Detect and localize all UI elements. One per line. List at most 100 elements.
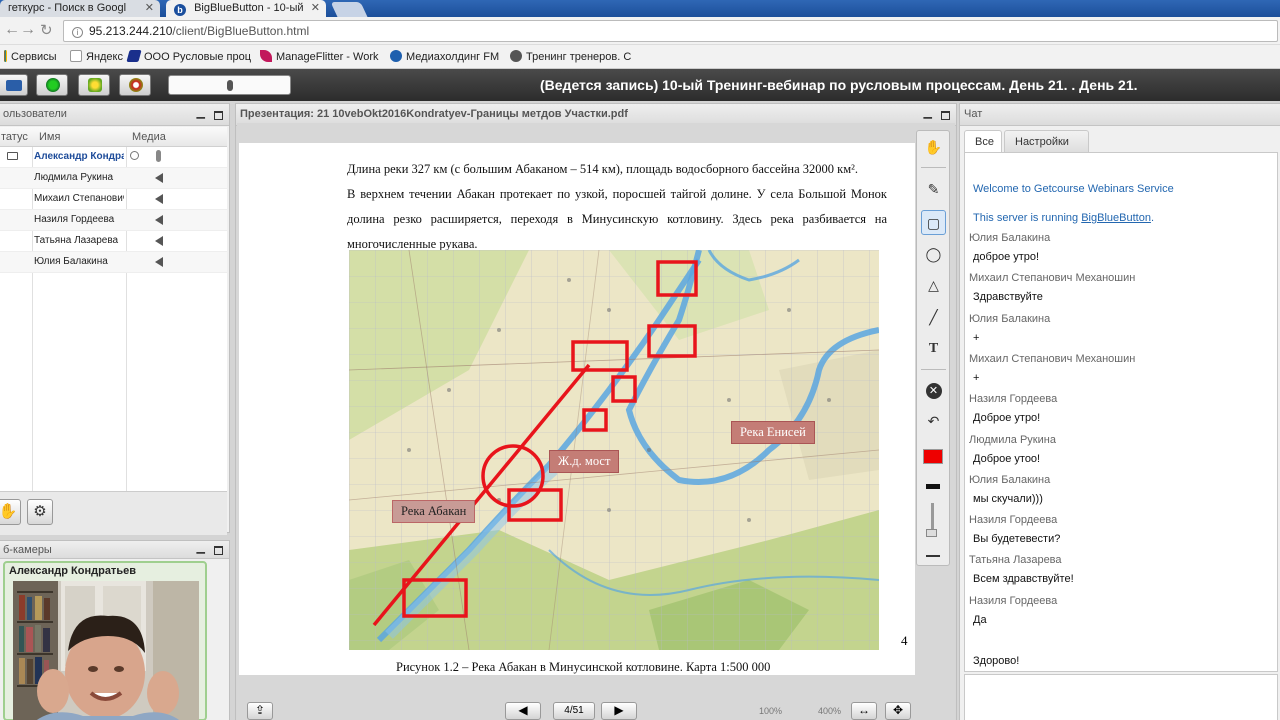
slide[interactable]: Длина реки 327 км (с большим Абаканом – … (239, 143, 915, 675)
chat-message-text: Вы будетевести? (973, 533, 1061, 546)
gear-icon (510, 50, 522, 62)
pan-hand-tool[interactable]: ✋ (921, 135, 946, 160)
column-media[interactable]: Медиа (132, 131, 166, 143)
whiteboard-toolbar: ✋ ✎ ▢ ◯ △ ╱ T ✕ ↶ (916, 130, 950, 566)
forward-arrow-icon[interactable]: → (20, 21, 36, 39)
tab-label: BigBlueButton - 10-ый (194, 2, 304, 14)
next-slide-button[interactable]: ▶ (601, 702, 637, 720)
tab-settings[interactable]: Настройки (1004, 130, 1089, 152)
webcam-window[interactable]: Александр Кондратьев (3, 561, 207, 720)
slider-thumb[interactable] (926, 529, 937, 537)
record-button[interactable] (119, 74, 151, 96)
text-tool[interactable]: T (921, 337, 946, 362)
reload-icon[interactable]: ↻ (40, 21, 53, 39)
bookmark-yandex[interactable]: Яндекс (70, 50, 123, 63)
webcam-user-name: Александр Кондратьев (9, 565, 136, 577)
layout-button[interactable] (0, 74, 28, 96)
speaker-icon[interactable] (155, 194, 163, 204)
bookmark-label: ООО Русловые проц (144, 51, 252, 63)
page-indicator[interactable]: 4/51 (553, 702, 595, 720)
bookmark-ruslovye[interactable]: ООО Русловые проц (126, 50, 252, 63)
upload-button[interactable]: ⇪ (247, 702, 273, 720)
fit-width-button[interactable]: ↔ (851, 702, 877, 720)
speaker-icon[interactable] (155, 173, 163, 183)
user-row[interactable]: Татьяна Лазарева (0, 231, 227, 252)
chat-message-sender: Назиля Гордеева (969, 393, 1058, 406)
user-row[interactable]: Назиля Гордеева (0, 210, 227, 231)
bigbluebutton-link[interactable]: BigBlueButton (1081, 212, 1151, 224)
user-row[interactable]: Михаил Степанович (0, 189, 227, 210)
color-picker[interactable] (923, 449, 943, 464)
tab-all[interactable]: Все (964, 130, 1002, 152)
user-row[interactable]: Юлия Балакина (0, 252, 227, 273)
ellipse-tool[interactable]: ◯ (921, 242, 946, 267)
chat-message-sender: Назиля Гордеева (969, 594, 1058, 607)
tab-bigbluebutton[interactable]: b BigBlueButton - 10-ый ✕ (166, 0, 326, 17)
column-status[interactable]: татус (1, 131, 28, 143)
chat-message-sender: Юлия Балакина (969, 312, 1051, 325)
thin-stroke-indicator (926, 555, 940, 557)
chat-message-sender: Юлия Балакина (969, 232, 1051, 244)
previous-slide-button[interactable]: ◀ (505, 702, 541, 720)
new-tab-button[interactable] (330, 2, 368, 17)
arrow-left-icon: ◀ (518, 703, 528, 717)
manageflitter-icon (260, 50, 272, 62)
minimize-icon[interactable]: ▁ (197, 106, 205, 119)
maximize-icon[interactable] (214, 546, 223, 555)
move-icon: ✥ (892, 703, 904, 717)
minimize-icon[interactable]: ▁ (197, 541, 205, 554)
presentation-title: Презентация: 21 10vebOkt2016Kondratyev-Г… (240, 108, 628, 120)
chat-message-text: Доброе утоо! (973, 452, 1041, 465)
column-name[interactable]: Имя (39, 131, 60, 143)
chat-log[interactable]: Welcome to Getcourse Webinars Service Th… (964, 152, 1278, 672)
tab-google-search[interactable]: геткурс - Поиск в Googl ✕ (0, 0, 160, 17)
chat-input[interactable] (964, 674, 1278, 720)
line-tool[interactable]: ╱ (921, 305, 946, 330)
speaker-icon[interactable] (155, 257, 163, 267)
user-row[interactable]: Людмила Рукина (0, 168, 227, 189)
volume-slider[interactable] (168, 75, 291, 95)
settings-button[interactable]: ⚙ (27, 499, 53, 525)
chat-message-text: + (973, 371, 980, 384)
speaker-icon[interactable] (155, 236, 163, 246)
bookmark-mediaholding[interactable]: Медиахолдинг FM (390, 50, 499, 63)
info-icon[interactable]: i (72, 27, 83, 38)
clear-button[interactable]: ✕ (921, 377, 946, 402)
chat-message-sender: Михаил Степанович Механошин (969, 272, 1136, 285)
slider-thumb[interactable] (227, 80, 233, 91)
maximize-icon[interactable] (941, 111, 950, 120)
bookmark-manageflitter[interactable]: ManageFlitter - Work (260, 50, 379, 63)
users-list: татус Имя Медиа Александр Кондра Людмила … (0, 127, 227, 492)
microphone-icon[interactable] (156, 150, 161, 162)
undo-button[interactable]: ↶ (921, 409, 946, 434)
webcam-share-button[interactable] (78, 74, 110, 96)
browser-tabstrip: геткурс - Поиск в Googl ✕ b BigBlueButto… (0, 0, 1280, 17)
rectangle-tool[interactable]: ▢ (921, 210, 946, 235)
headset-button[interactable] (36, 74, 68, 96)
hand-icon: ✋ (0, 503, 18, 520)
close-tab-icon[interactable]: ✕ (145, 1, 154, 14)
triangle-tool[interactable]: △ (921, 273, 946, 298)
chat-message-text: мы скучали))) (973, 492, 1043, 505)
chat-panel-title: Чат (964, 108, 983, 120)
bookmark-trening[interactable]: Тренинг тренеров. С (510, 50, 631, 63)
divider (921, 369, 946, 370)
back-arrow-icon[interactable]: ← (4, 21, 20, 39)
minimize-icon[interactable]: ▁ (924, 106, 932, 119)
webcam-icon[interactable] (130, 151, 139, 160)
yandex-icon (70, 50, 82, 62)
users-panel-header: ользователи ▁ (0, 104, 229, 126)
speaker-icon[interactable] (155, 215, 163, 225)
users-footer: ✋ ⚙ (0, 491, 227, 535)
raise-hand-button[interactable]: ✋ (0, 499, 21, 525)
pencil-tool[interactable]: ✎ (921, 177, 946, 202)
bookmark-services[interactable]: Сервисы (4, 50, 57, 63)
arrow-right-icon: ▶ (614, 703, 624, 717)
maximize-icon[interactable] (214, 111, 223, 120)
bbb-favicon-icon: b (174, 4, 186, 16)
fit-page-button[interactable]: ✥ (885, 702, 911, 720)
url-input[interactable]: i 95.213.244.210/client/BigBlueButton.htm… (63, 20, 1278, 42)
close-tab-icon[interactable]: ✕ (311, 1, 320, 14)
bookmark-label: Медиахолдинг FM (406, 51, 500, 63)
user-row[interactable]: Александр Кондра (0, 147, 227, 168)
